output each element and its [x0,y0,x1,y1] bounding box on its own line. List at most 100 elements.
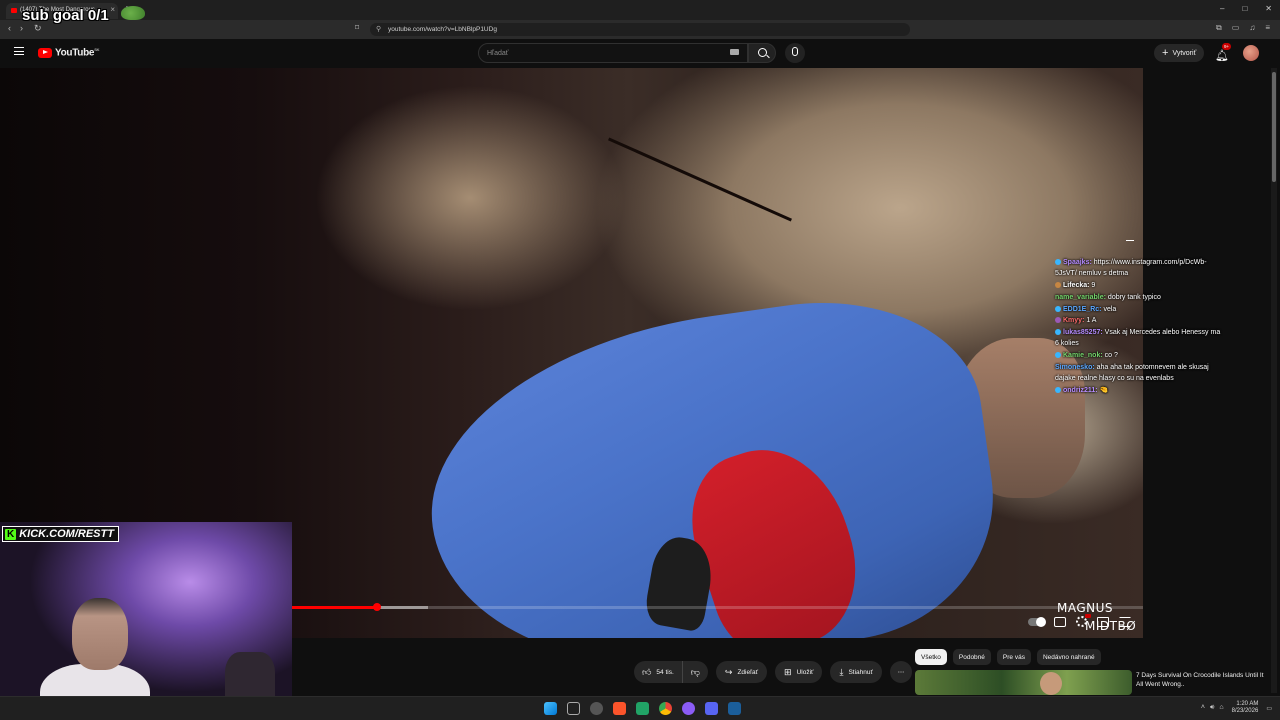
address-bar[interactable]: ⚲ youtube.com/watch?v=LbNBlpP1UDg [370,23,910,36]
fullscreen-icon[interactable] [1119,616,1131,627]
maximize-button[interactable]: □ [1242,4,1247,13]
avatar[interactable] [1243,45,1259,61]
taskbar-apps [544,702,741,715]
chat-message: name_variable: dobry tank typico [1055,292,1225,303]
hd-badge [1085,614,1091,618]
volume-icon[interactable]: 🔊︎ [1210,704,1214,712]
chat-username[interactable]: Lifecka: [1063,282,1091,289]
save-button[interactable]: ⊞ Uložiť [775,661,823,683]
share-button[interactable]: ↪ Zdieľať [715,661,768,683]
hamburger-menu-icon[interactable] [14,47,24,55]
notifications-button[interactable]: 🔔︎ 9+ [1215,43,1232,64]
taskbar-clock[interactable]: 1:20 AM 8/23/2026 [1232,701,1259,715]
windows-start-icon[interactable] [544,702,557,715]
task-view-icon[interactable] [567,702,580,715]
chat-badge-icon [1055,305,1061,312]
brave-browser-icon[interactable] [613,702,626,715]
chat-badge-icon [1055,352,1061,359]
forward-icon[interactable]: › [20,23,23,33]
settings-gear-icon[interactable] [1076,614,1091,627]
subtitles-icon[interactable] [1054,616,1066,627]
chip-all[interactable]: Všetko [915,649,947,665]
clock-time: 1:20 AM [1236,701,1259,707]
recommendation-filter-chips: Všetko Podobné Pre vás Nedávno nahrané [915,649,1101,665]
chat-username[interactable]: EDD1E_Rc: [1063,306,1103,313]
youtube-favicon-icon [11,8,17,13]
clock-date: 8/23/2026 [1231,708,1259,714]
page-scrollbar[interactable] [1271,68,1277,693]
chat-text: 1 A [1086,317,1097,325]
streamer-webcam [0,522,292,720]
bookmark-icon[interactable]: ⌑ [355,23,359,32]
autoplay-toggle[interactable] [1028,616,1046,627]
chat-text: vela [1103,305,1117,313]
like-button[interactable]: 👍︎ 54 tis. [634,661,683,683]
create-button[interactable]: + Vytvoriť [1154,44,1205,62]
discord-icon[interactable] [705,702,718,715]
chip-for-you[interactable]: Pre vás [996,649,1031,665]
search-button[interactable] [748,43,776,63]
minimize-button[interactable]: – [1220,4,1224,13]
recommendation-title[interactable]: 7 Days Survival On Crocodile Islands Unt… [1136,671,1266,689]
chat-username[interactable]: Spaajks: [1063,259,1094,266]
progress-bar[interactable] [292,603,1143,611]
keyboard-icon[interactable] [730,49,739,55]
chat-username[interactable]: Kamie_nok: [1063,352,1105,359]
recommendation-thumbnail[interactable] [915,670,1132,695]
chat-username[interactable]: Simonesko: [1055,364,1097,371]
dislike-button[interactable]: 👎︎ [683,661,708,683]
chat-message: lukas85257: Vsak aj Mercedes alebo Henes… [1055,327,1225,350]
chat-badge-icon [1055,328,1061,335]
thumbnail-face [1040,672,1062,695]
create-label: Vytvoriť [1172,49,1197,57]
notification-center-icon[interactable]: ▭ [1266,705,1272,712]
download-button[interactable]: ⤓ Stiahnuť [830,661,882,683]
chip-related[interactable]: Podobné [952,649,991,665]
browser-tab-strip: (1407) The Most Dangerous... × + – □ ✕ [0,0,1280,20]
video-actions: 👍︎ 54 tis. 👎︎ ↪ Zdieľať ⊞ Uložiť ⤓ Stiah… [634,661,912,683]
playlist-icon[interactable]: ♫ [1249,23,1255,33]
chat-message: Kamie_nok: co ? [1055,350,1225,361]
chrome-icon[interactable] [659,702,672,715]
chat-badge-icon [1055,317,1061,324]
country-code: SK [94,47,100,52]
chat-text: dobry tank typico [1107,293,1161,301]
save-label: Uložiť [796,668,814,676]
frog-emote-icon [121,6,145,20]
chat-username[interactable]: name_variable: [1055,294,1108,301]
chevron-up-icon[interactable]: ˄ [1201,704,1205,712]
chat-username[interactable]: lukas85257: [1063,329,1105,336]
chat-username[interactable]: Kmyy: [1063,317,1086,324]
youtube-logo[interactable]: YouTubeSK [38,47,99,58]
tab-close-icon[interactable]: × [110,5,115,14]
close-window-button[interactable]: ✕ [1265,4,1272,13]
scrollbar-thumb[interactable] [1272,72,1276,182]
extensions-icon[interactable]: ⧉ [1216,23,1222,33]
purple-app-icon[interactable] [682,702,695,715]
theater-mode-icon[interactable] [1097,616,1109,627]
sidebar-icon[interactable]: ▭ [1232,23,1240,33]
chat-text: co ? [1104,352,1118,360]
window-controls: – □ ✕ [1220,4,1272,13]
steam-icon[interactable] [728,702,741,715]
chat-username[interactable]: ondriz211: [1063,387,1100,394]
back-icon[interactable]: ‹ [8,23,11,33]
progress-scrubber[interactable] [373,603,382,611]
chip-recently-uploaded[interactable]: Nedávno nahrané [1036,649,1101,665]
thumbs-up-icon: 👍︎ [642,666,652,677]
network-icon[interactable]: ⌂ [1219,704,1223,712]
app-icon[interactable] [590,702,603,715]
browser-menu-icon[interactable]: ≡ [1265,23,1270,33]
voice-search-button[interactable] [785,43,805,63]
spreadsheet-app-icon[interactable] [636,702,649,715]
reload-icon[interactable]: ↻ [34,23,42,34]
site-info-icon[interactable]: ⚲ [376,25,381,33]
search-input[interactable]: Hľadať [478,43,748,63]
windows-taskbar: ˄ 🔊︎ ⌂ 1:20 AM 8/23/2026 ▭ [0,696,1280,720]
share-arrow-icon: ↪ [724,666,733,677]
chat-minimize-icon[interactable] [1126,240,1134,241]
more-actions-button[interactable]: ⋯ [889,661,912,683]
like-dislike-group: 👍︎ 54 tis. 👎︎ [634,661,708,683]
extension-icons: ⧉ ▭ ♫ ≡ [1216,23,1270,33]
search-icon [758,48,767,57]
